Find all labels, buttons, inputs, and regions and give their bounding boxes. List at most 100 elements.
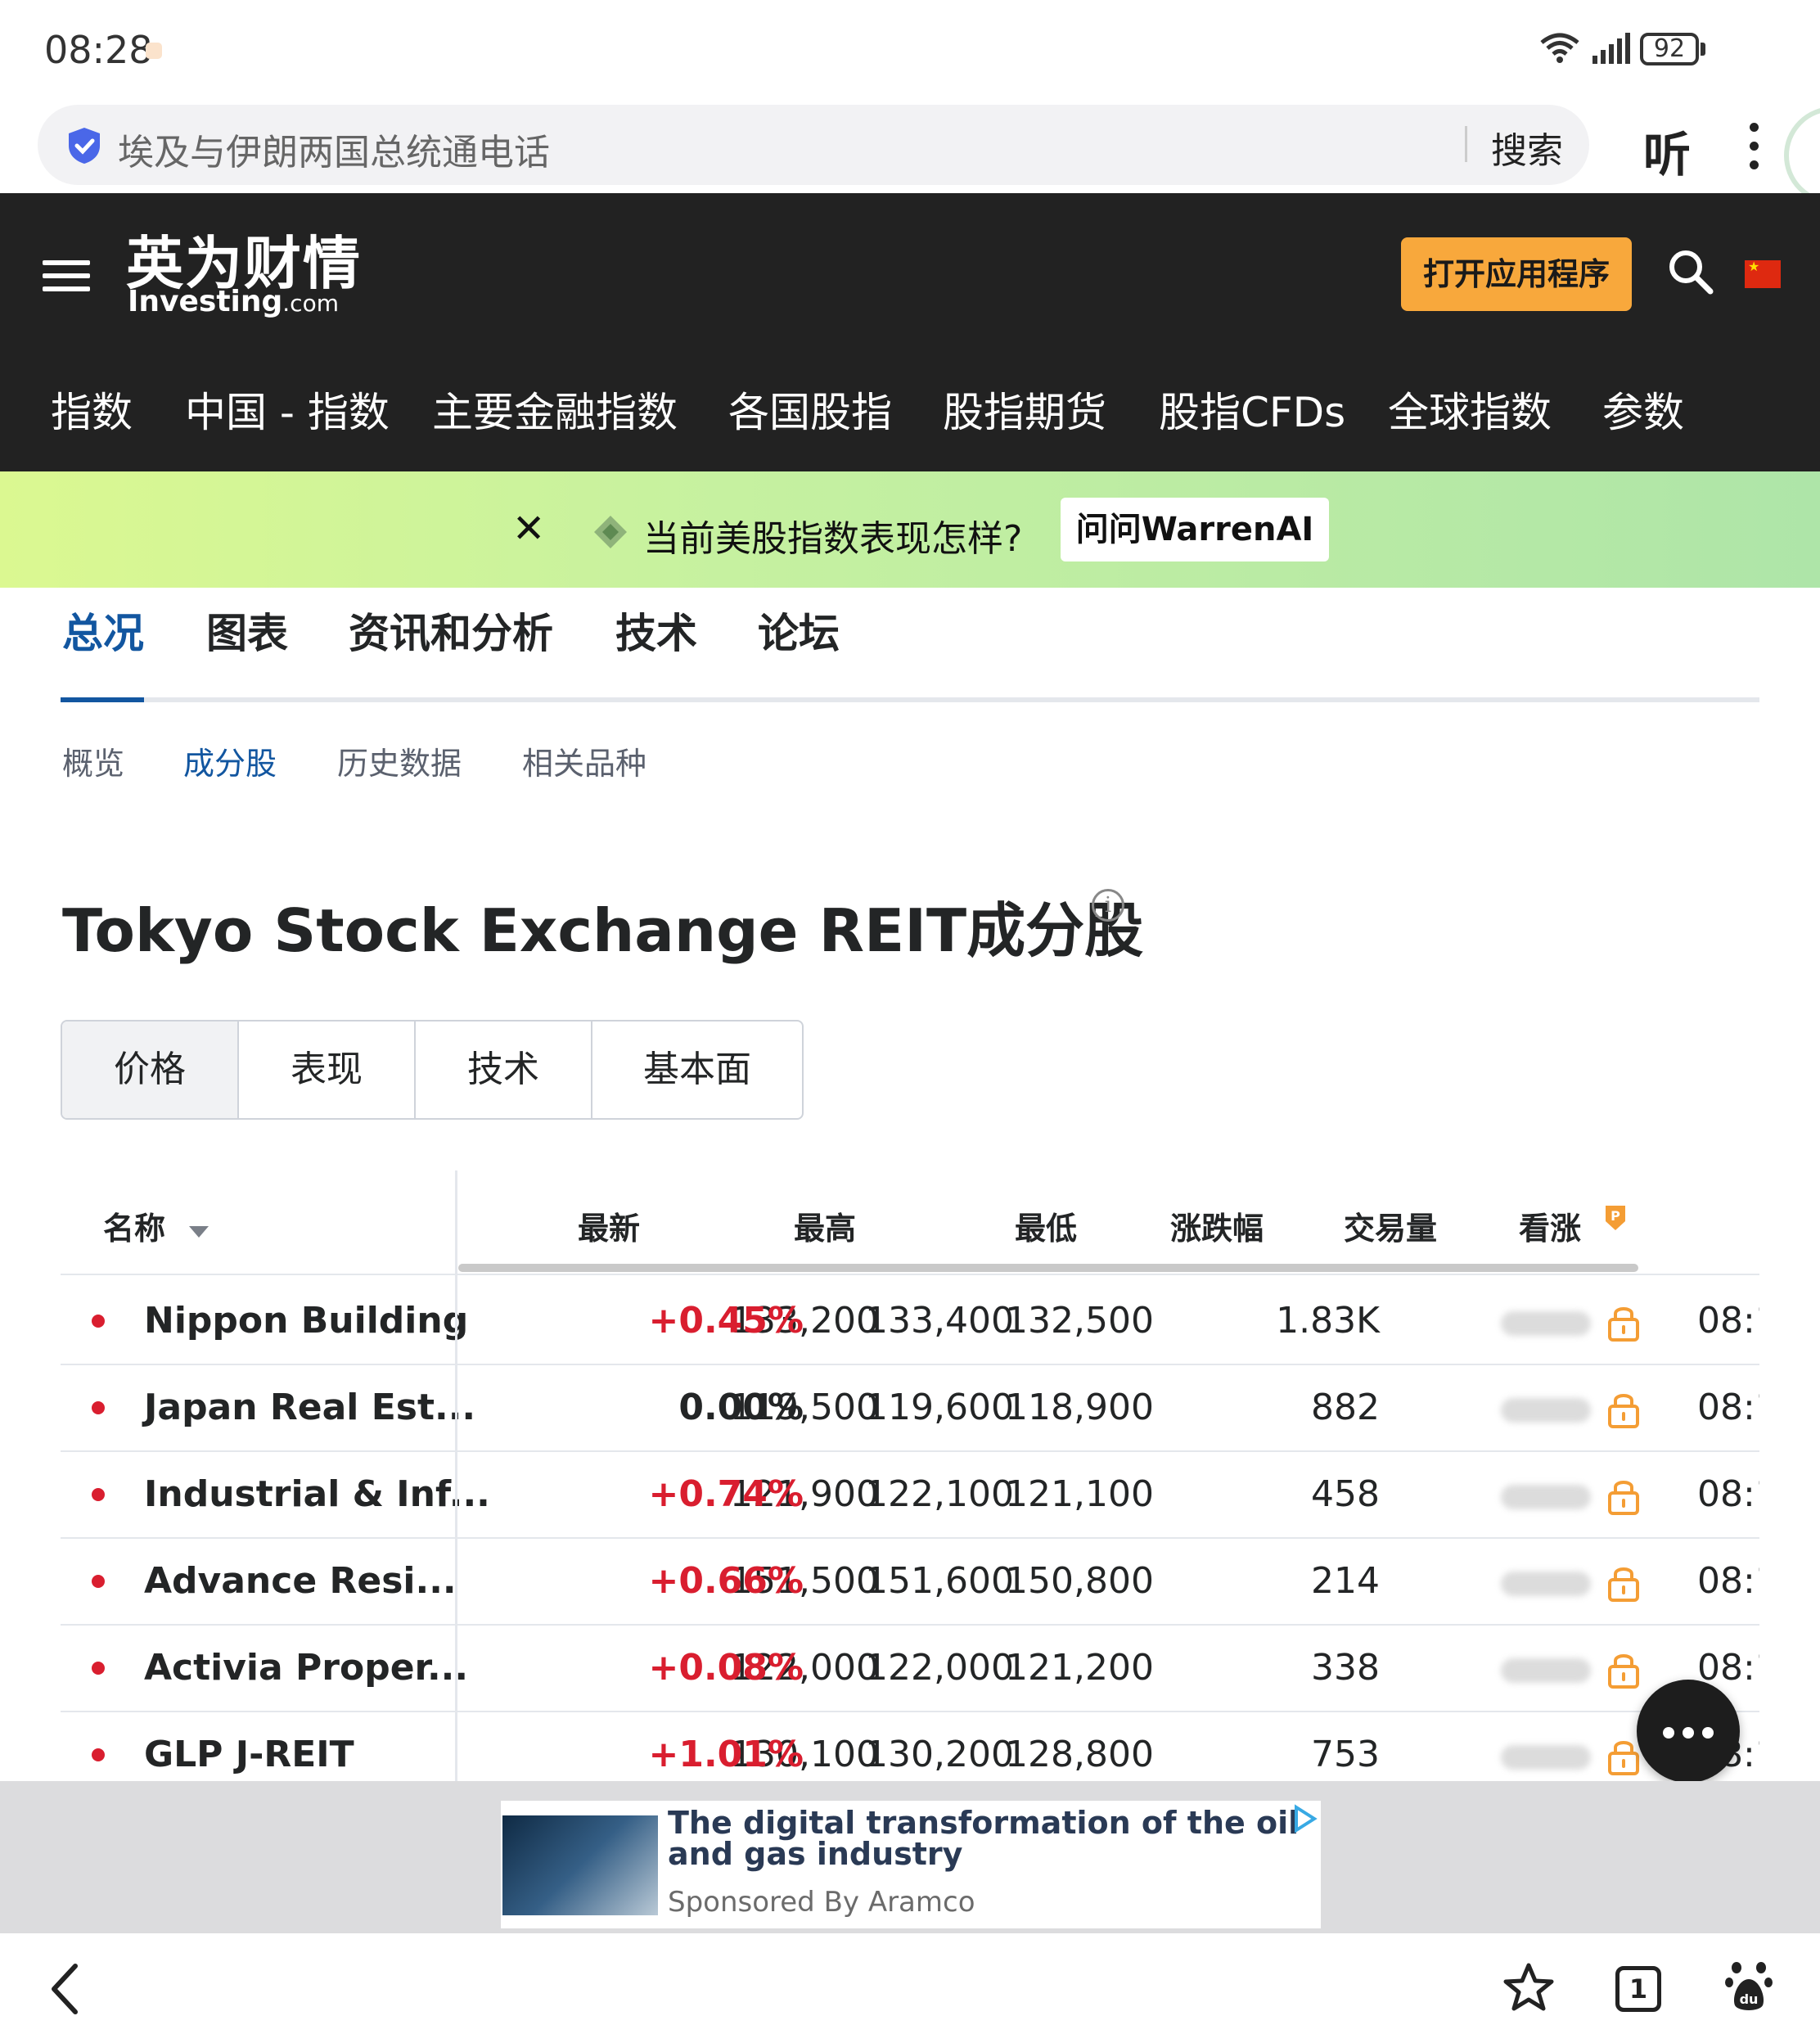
- nav-item-major-indices[interactable]: 主要金融指数: [432, 380, 678, 439]
- stock-name-link[interactable]: Japan Real Est...: [144, 1387, 475, 1428]
- more-vert-icon[interactable]: [1750, 123, 1761, 179]
- open-app-button[interactable]: 打开应用程序: [1401, 237, 1632, 311]
- horizontal-scrollbar[interactable]: [458, 1264, 1638, 1272]
- subtab-components[interactable]: 成分股: [183, 738, 277, 783]
- column-header-change[interactable]: 涨跌幅: [1170, 1203, 1264, 1248]
- table-row[interactable]: Advance Resi... 151,500 151,600 150,800 214 +…: [61, 1537, 1759, 1626]
- category-nav: 指数 中国 - 指数 主要金融指数 各国股指 股指期货 股指CFDs 全球指数 …: [0, 380, 1820, 445]
- ad-title[interactable]: The digital transformation of the oil an…: [668, 1807, 1314, 1869]
- name-column-divider: [455, 1170, 457, 1781]
- lock-icon[interactable]: [1606, 1563, 1642, 1603]
- segment-performance[interactable]: 表现: [239, 1022, 416, 1118]
- nav-item-index-futures[interactable]: 股指期货: [943, 380, 1106, 439]
- segment-price[interactable]: 价格: [62, 1022, 239, 1118]
- blurred-bullish-value: [1501, 1745, 1591, 1770]
- stock-name-link[interactable]: GLP J-REIT: [144, 1734, 354, 1775]
- sort-down-icon: [189, 1226, 209, 1238]
- table-row[interactable]: Industrial & Inf... 121,900 122,100 121,100…: [61, 1450, 1759, 1539]
- menu-icon[interactable]: [43, 260, 90, 300]
- lock-icon[interactable]: [1606, 1737, 1642, 1776]
- more-actions-button[interactable]: [1637, 1680, 1740, 1783]
- tab-news-analysis[interactable]: 资讯和分析: [349, 601, 553, 660]
- market-status-dot: [92, 1488, 105, 1501]
- tab-forum[interactable]: 论坛: [758, 601, 840, 660]
- cell-change: +1.01%: [648, 1734, 804, 1775]
- column-header-name[interactable]: 名称: [103, 1203, 210, 1248]
- cell-vol: 882: [1311, 1387, 1380, 1428]
- cell-low: 128,800: [1005, 1734, 1154, 1775]
- blurred-bullish-value: [1501, 1311, 1591, 1336]
- info-icon[interactable]: i: [1092, 889, 1124, 922]
- column-header-bullish[interactable]: 看涨 P: [1519, 1203, 1628, 1248]
- table-row[interactable]: GLP J-REIT 130,100 130,200 128,800 753 +1.01%…: [61, 1711, 1759, 1781]
- nav-item-index[interactable]: 指数: [51, 380, 133, 439]
- search-button[interactable]: 搜索: [1491, 121, 1563, 174]
- cell-time: 08:1: [1697, 1560, 1759, 1602]
- blurred-bullish-value: [1501, 1572, 1591, 1596]
- cell-time: 08:1: [1697, 1300, 1759, 1342]
- star-icon[interactable]: [1502, 1961, 1555, 2014]
- cell-high: 151,600: [865, 1560, 1014, 1602]
- subtab-historical-data[interactable]: 历史数据: [337, 738, 462, 783]
- ad-image[interactable]: [502, 1815, 658, 1915]
- back-icon[interactable]: [49, 1963, 82, 2015]
- nav-item-index-cfds[interactable]: 股指CFDs: [1159, 380, 1345, 439]
- table-row[interactable]: Nippon Building 133,200 133,400 132,500 1.83…: [61, 1277, 1759, 1365]
- nav-item-params[interactable]: 参数: [1602, 380, 1684, 439]
- segment-fundamentals[interactable]: 基本面: [592, 1022, 802, 1118]
- blurred-bullish-value: [1501, 1485, 1591, 1509]
- segment-technical[interactable]: 技术: [416, 1022, 592, 1118]
- battery-indicator: 92: [1640, 33, 1699, 65]
- table-row[interactable]: Japan Real Est... 119,500 119,600 118,900 88…: [61, 1364, 1759, 1452]
- nav-item-country-indices[interactable]: 各国股指: [728, 380, 892, 439]
- header-divider: [61, 1274, 1759, 1275]
- ad-sponsor: Sponsored By Aramco: [668, 1886, 975, 1919]
- warrenai-icon: [594, 516, 627, 548]
- tabs-count-button[interactable]: 1: [1615, 1966, 1661, 2012]
- tab-technical[interactable]: 技术: [615, 601, 697, 660]
- subtab-summary[interactable]: 概览: [62, 738, 124, 783]
- logo-english[interactable]: Investing.com: [128, 285, 339, 318]
- listen-button[interactable]: 听: [1643, 116, 1691, 185]
- address-text[interactable]: 埃及与伊朗两国总统通电话: [118, 123, 550, 175]
- column-header-last[interactable]: 最新: [578, 1203, 640, 1248]
- flag-china-icon[interactable]: [1745, 259, 1781, 288]
- wifi-icon: [1540, 33, 1579, 63]
- cell-change: +0.08%: [648, 1647, 804, 1689]
- cell-low: 121,200: [1005, 1647, 1154, 1689]
- cell-high: 122,000: [865, 1647, 1014, 1689]
- market-status-dot: [92, 1315, 105, 1328]
- tab-overview[interactable]: 总况: [62, 601, 144, 660]
- ask-warrenai-button[interactable]: 问问WarrenAI: [1061, 498, 1329, 561]
- column-header-volume[interactable]: 交易量: [1344, 1203, 1437, 1248]
- tab-chart[interactable]: 图表: [206, 601, 288, 660]
- lock-icon[interactable]: [1606, 1650, 1642, 1689]
- column-header-high[interactable]: 最高: [794, 1203, 856, 1248]
- cell-vol: 753: [1311, 1734, 1380, 1775]
- lock-icon[interactable]: [1606, 1390, 1642, 1429]
- cell-low: 118,900: [1005, 1387, 1154, 1428]
- stock-name-link[interactable]: Nippon Building: [144, 1300, 468, 1342]
- subtab-related[interactable]: 相关品种: [522, 738, 646, 783]
- cell-high: 133,400: [865, 1300, 1014, 1342]
- cell-high: 130,200: [865, 1734, 1014, 1775]
- stock-name-link[interactable]: Industrial & Inf...: [144, 1473, 490, 1515]
- nav-item-global-indices[interactable]: 全球指数: [1388, 380, 1552, 439]
- logo-english-text: Investing: [128, 285, 283, 318]
- search-icon[interactable]: [1666, 247, 1715, 296]
- floating-assistant-button[interactable]: [1784, 106, 1820, 205]
- adchoices-icon[interactable]: [1290, 1804, 1319, 1833]
- blurred-bullish-value: [1501, 1398, 1591, 1423]
- nav-item-china-index[interactable]: 中国 - 指数: [185, 380, 390, 439]
- lock-icon[interactable]: [1606, 1477, 1642, 1516]
- lock-icon[interactable]: [1606, 1303, 1642, 1342]
- table-row[interactable]: Activia Proper... 122,000 122,000 121,200 33…: [61, 1624, 1759, 1712]
- baidu-paw-icon[interactable]: du: [1725, 1961, 1773, 2012]
- close-icon[interactable]: ✕: [512, 506, 545, 552]
- stock-name-link[interactable]: Advance Resi...: [144, 1560, 457, 1602]
- page-title: Tokyo Stock Exchange REIT成分股: [62, 896, 1144, 965]
- cell-high: 119,600: [865, 1387, 1014, 1428]
- tab-underline-track: [61, 697, 1759, 702]
- column-header-low[interactable]: 最低: [1015, 1203, 1077, 1248]
- stock-name-link[interactable]: Activia Proper...: [144, 1647, 468, 1689]
